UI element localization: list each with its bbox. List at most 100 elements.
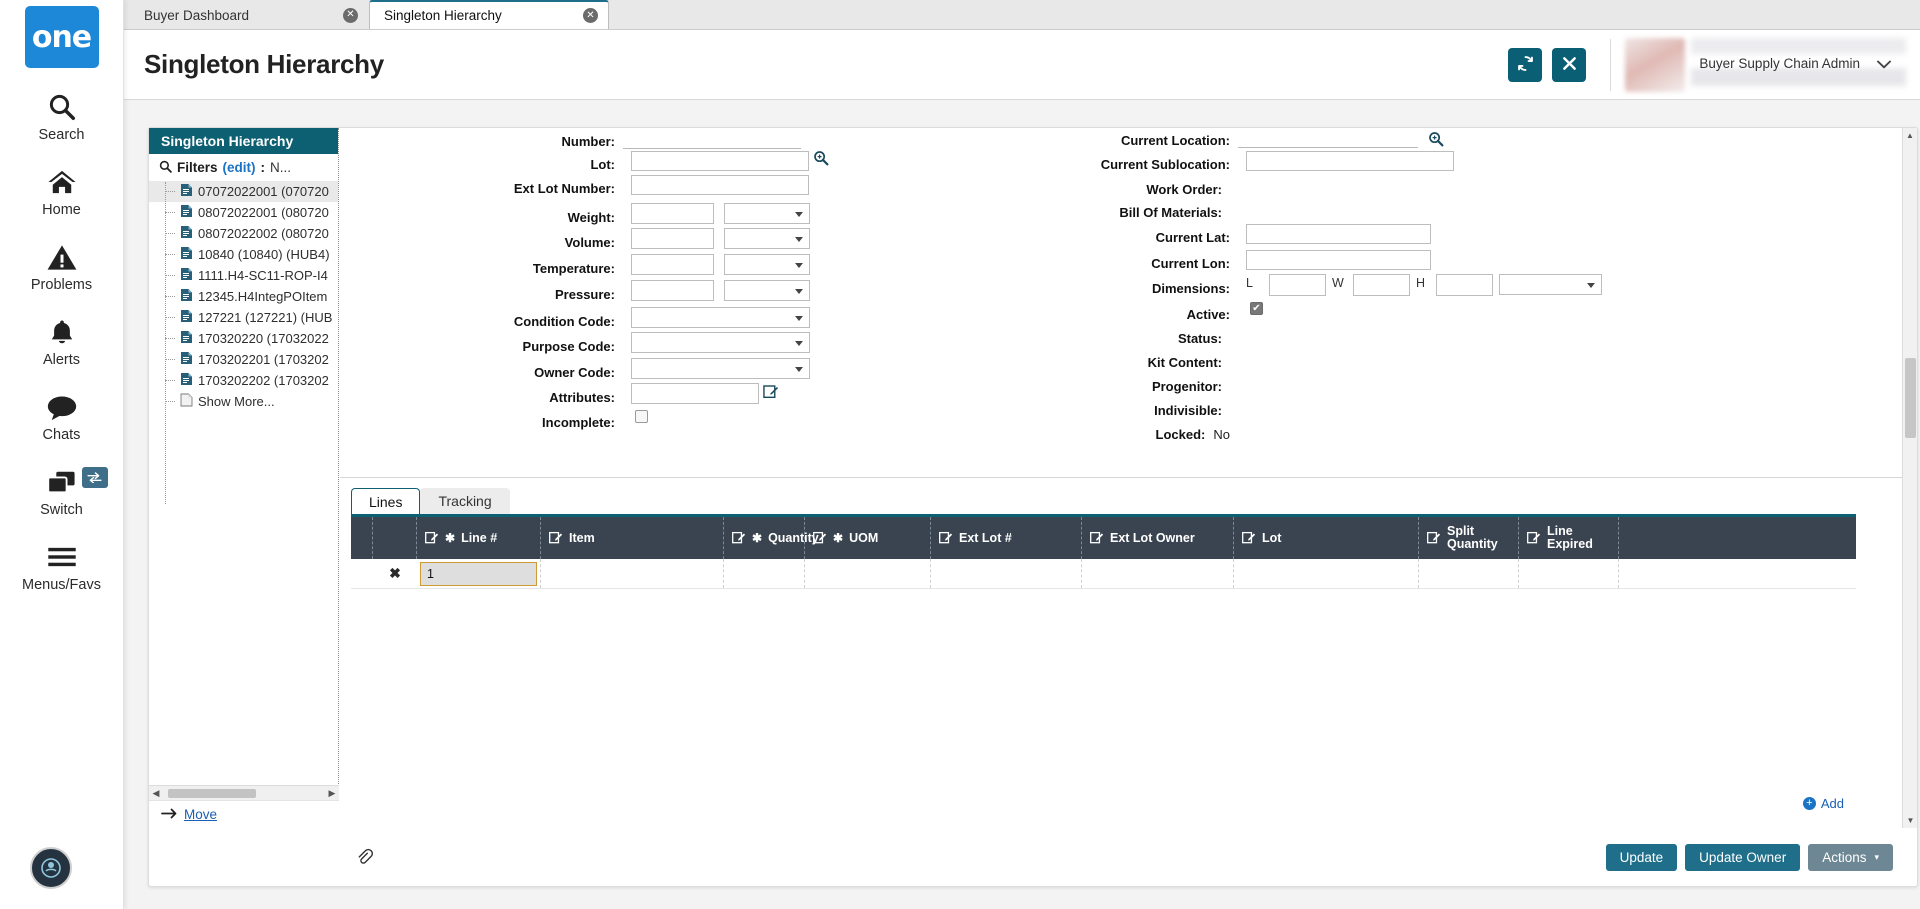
grid-col-lot[interactable]: Lot: [1234, 517, 1419, 559]
chevron-down-icon[interactable]: [1870, 50, 1898, 78]
temperature-input[interactable]: [631, 254, 714, 275]
panel-vertical-scrollbar[interactable]: ▲ ▼: [1902, 128, 1917, 828]
pressure-input[interactable]: [631, 280, 714, 301]
incomplete-checkbox[interactable]: [635, 410, 648, 423]
scroll-up-icon[interactable]: ▲: [1903, 128, 1917, 143]
tab-buyer-dashboard[interactable]: Buyer Dashboard ✕: [129, 0, 369, 29]
cell-lot[interactable]: [1234, 559, 1419, 588]
tree-horizontal-scrollbar[interactable]: ◀ ▶: [149, 785, 339, 800]
scrollbar-thumb[interactable]: [1905, 358, 1916, 438]
switch-toggle-badge[interactable]: [81, 467, 108, 488]
sidebar-item-home[interactable]: Home: [0, 165, 124, 218]
list-item[interactable]: 12345.H4IntegPOItem: [149, 286, 338, 307]
list-item[interactable]: 10840 (10840) (HUB4): [149, 244, 338, 265]
scroll-down-icon[interactable]: ▼: [1903, 813, 1918, 828]
current-location-input[interactable]: [1238, 147, 1418, 148]
list-item[interactable]: 08072022002 (080720: [149, 223, 338, 244]
cell-item[interactable]: [541, 559, 724, 588]
volume-uom-select[interactable]: [724, 228, 810, 249]
tab-tracking[interactable]: Tracking: [420, 488, 510, 514]
pressure-uom-select[interactable]: [724, 280, 810, 301]
filters-edit-link[interactable]: (edit): [223, 160, 256, 175]
cell-ext-lot-owner[interactable]: [1082, 559, 1234, 588]
refresh-button[interactable]: [1508, 47, 1542, 82]
condition-code-select[interactable]: [631, 307, 810, 328]
grid-col-line-expired[interactable]: Line Expired: [1519, 517, 1619, 559]
grid-col-ext-lot[interactable]: Ext Lot #: [931, 517, 1082, 559]
dimension-length-input[interactable]: [1269, 274, 1326, 296]
list-item-show-more[interactable]: Show More...: [149, 391, 338, 412]
cell-uom[interactable]: [805, 559, 931, 588]
ext-lot-number-input[interactable]: [631, 175, 809, 195]
list-item[interactable]: 1703202201 (1703202: [149, 349, 338, 370]
list-item[interactable]: 127221 (127221) (HUB: [149, 307, 338, 328]
current-lon-input[interactable]: [1246, 250, 1431, 270]
field-incomplete: Incomplete:: [340, 412, 615, 432]
cell-line-expired[interactable]: [1519, 559, 1619, 588]
list-item[interactable]: 170320220 (17032022: [149, 328, 338, 349]
delete-row-button[interactable]: ✖: [373, 559, 417, 588]
attributes-input[interactable]: [631, 383, 759, 404]
weight-uom-select[interactable]: [724, 203, 810, 224]
current-lat-input[interactable]: [1246, 224, 1431, 244]
grid-col-line-no[interactable]: ✱ Line #: [417, 517, 541, 559]
number-input[interactable]: [623, 148, 801, 149]
home-icon: [46, 165, 78, 199]
grid-col-ext-lot-owner[interactable]: Ext Lot Owner: [1082, 517, 1234, 559]
attributes-edit-icon[interactable]: [763, 383, 779, 399]
volume-input[interactable]: [631, 228, 714, 249]
cell-line-no[interactable]: 1: [417, 559, 541, 588]
grid-col-split-quantity[interactable]: Split Quantity: [1419, 517, 1519, 559]
weight-input[interactable]: [631, 203, 714, 224]
row-selector[interactable]: [351, 559, 373, 588]
temperature-uom-select[interactable]: [724, 254, 810, 275]
line-no-input[interactable]: 1: [420, 561, 537, 586]
grid-col-uom[interactable]: ✱ UOM: [805, 517, 931, 559]
scrollbar-thumb[interactable]: [168, 788, 256, 798]
app-logo[interactable]: one: [24, 6, 99, 68]
close-icon[interactable]: ✕: [583, 8, 598, 23]
move-link[interactable]: Move: [184, 807, 217, 822]
tab-lines[interactable]: Lines: [351, 488, 421, 514]
current-sublocation-input[interactable]: [1246, 151, 1454, 171]
attachment-icon[interactable]: [356, 848, 373, 868]
dimension-uom-select[interactable]: [1499, 274, 1602, 295]
add-line-button[interactable]: + Add: [1802, 796, 1844, 811]
tree-item-label: 07072022001 (070720: [198, 184, 329, 199]
dimension-width-input[interactable]: [1353, 274, 1410, 296]
tab-singleton-hierarchy[interactable]: Singleton Hierarchy ✕: [369, 0, 609, 29]
owner-code-select[interactable]: [631, 358, 810, 379]
grid-col-quantity[interactable]: ✱ Quantity: [724, 517, 819, 559]
scroll-left-icon[interactable]: ◀: [149, 788, 163, 799]
active-checkbox[interactable]: ✔: [1250, 302, 1263, 315]
move-bar[interactable]: Move: [149, 800, 339, 828]
tree-filters[interactable]: Filters (edit) : N...: [149, 154, 338, 181]
cell-split-quantity[interactable]: [1419, 559, 1519, 588]
list-item[interactable]: 1703202202 (1703202: [149, 370, 338, 391]
list-item[interactable]: 08072022001 (080720: [149, 202, 338, 223]
sidebar-item-search[interactable]: Search: [0, 90, 124, 143]
cell-ext-lot[interactable]: [931, 559, 1082, 588]
sidebar-item-problems[interactable]: Problems: [0, 240, 124, 293]
update-button[interactable]: Update: [1605, 844, 1678, 871]
sidebar-item-chats[interactable]: Chats: [0, 390, 124, 443]
sidebar-item-switch[interactable]: Switch: [0, 465, 124, 518]
sidebar-item-menus-favs[interactable]: Menus/Favs: [0, 540, 124, 593]
close-icon[interactable]: ✕: [343, 7, 358, 23]
purpose-code-select[interactable]: [631, 332, 810, 353]
actions-button[interactable]: Actions ▾: [1808, 844, 1893, 871]
close-button[interactable]: [1552, 47, 1586, 82]
avatar[interactable]: [30, 847, 72, 889]
grid-col-item[interactable]: Item: [541, 517, 724, 559]
cell-quantity[interactable]: [724, 559, 805, 588]
scroll-right-icon[interactable]: ▶: [325, 788, 339, 799]
edit-icon: [425, 530, 439, 547]
list-item[interactable]: 07072022001 (070720: [149, 181, 338, 202]
sidebar-item-alerts[interactable]: Alerts: [0, 315, 124, 368]
list-item[interactable]: 1111.H4-SC11-ROP-I4: [149, 265, 338, 286]
table-row[interactable]: ✖ 1: [351, 559, 1856, 589]
lot-input[interactable]: [631, 151, 809, 171]
dimension-height-input[interactable]: [1436, 274, 1493, 296]
update-owner-button[interactable]: Update Owner: [1685, 844, 1801, 871]
current-location-search-icon[interactable]: [1428, 131, 1444, 147]
